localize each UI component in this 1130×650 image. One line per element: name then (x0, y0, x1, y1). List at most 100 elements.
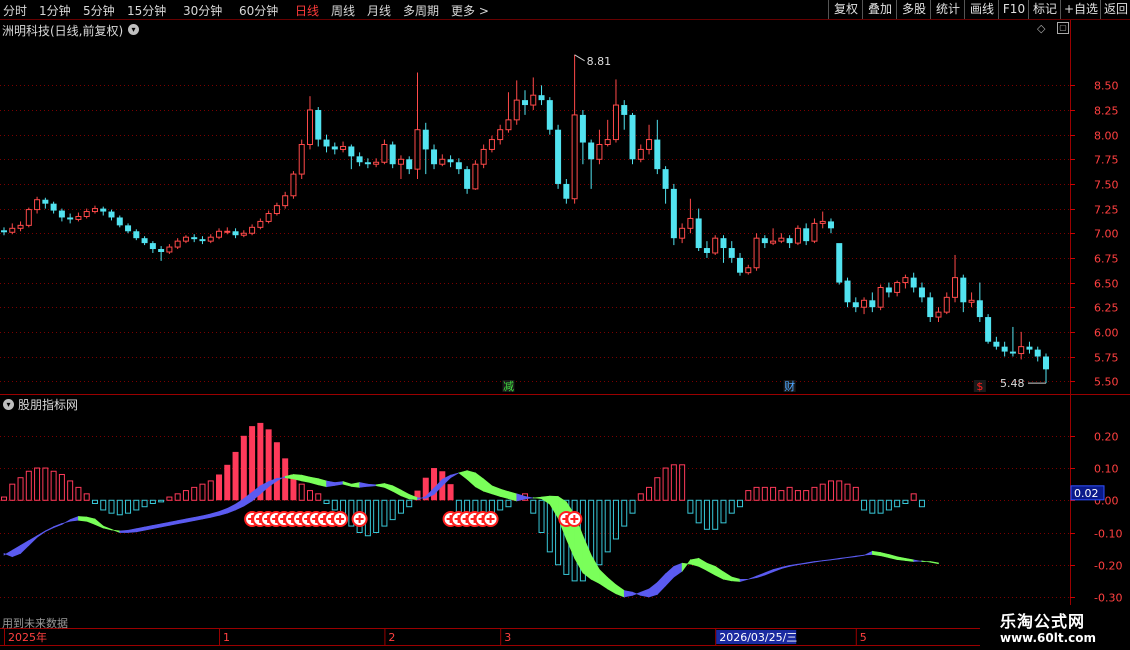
wave-segment (491, 485, 501, 497)
wave-segment (822, 559, 832, 562)
wave-segment (739, 578, 749, 582)
hist-bar (25, 470, 32, 501)
hist-bar (125, 499, 132, 514)
candle-body (306, 109, 313, 146)
wave-segment (202, 513, 212, 520)
candle-body (455, 162, 462, 170)
wave-segment (111, 528, 121, 533)
candle-body (629, 114, 636, 160)
indicator-tick-label: 0.10 (1094, 463, 1119, 476)
wave-segment (632, 591, 642, 596)
price-tick-label: 8.25 (1094, 105, 1119, 118)
candle-body (927, 297, 934, 318)
candle-body (249, 226, 256, 234)
wave-segment (61, 519, 71, 525)
candle-body (985, 317, 992, 342)
wave-segment (723, 571, 733, 582)
candle-body (646, 139, 653, 150)
hist-bar (58, 473, 65, 501)
candle-body (207, 236, 214, 242)
candle-body (745, 267, 752, 274)
candle-body (960, 277, 967, 303)
hist-bar (604, 499, 611, 553)
wave-segment (714, 565, 724, 580)
hist-bar (703, 499, 710, 530)
candle-body (158, 249, 165, 252)
wave-segment (863, 550, 873, 556)
candle-body (844, 280, 851, 303)
candle-body (240, 232, 247, 236)
hist-bar (298, 483, 305, 501)
wave-segment (193, 515, 203, 521)
price-tick-label: 7.25 (1094, 204, 1119, 217)
candle-body (364, 162, 371, 165)
hist-bar (894, 499, 901, 508)
high-pointer (574, 54, 585, 62)
wave-segment (36, 530, 46, 538)
candle-body (803, 228, 810, 242)
hist-bar (646, 486, 653, 501)
candle-body (530, 94, 537, 106)
hist-bar (100, 499, 107, 511)
hist-bar (447, 484, 454, 501)
hist-bar (373, 499, 380, 534)
wave-segment (499, 488, 509, 500)
candle-body (1026, 346, 1033, 350)
candle-body (1043, 356, 1049, 370)
wave-segment (53, 523, 63, 529)
candle-body (290, 173, 297, 197)
wave-segment (392, 485, 402, 497)
candle-body (877, 286, 884, 308)
wave-segment (28, 535, 38, 547)
candle-body (1001, 346, 1008, 352)
hist-bar (9, 483, 16, 501)
candle-body (480, 148, 487, 165)
hist-bar (166, 496, 173, 501)
wave-segment (342, 481, 352, 487)
candle-body (852, 302, 859, 308)
candle-body (819, 220, 826, 224)
hist-bar (819, 483, 826, 501)
future-data-note: 用到未来数据 (2, 617, 68, 630)
wave-segment (872, 550, 881, 557)
candle-body (348, 146, 355, 157)
candle-body (737, 257, 744, 273)
candle-body (133, 231, 140, 239)
wave-segment (532, 496, 542, 500)
candle-body (67, 217, 74, 220)
hist-bar (133, 499, 140, 511)
candle-body (224, 230, 231, 233)
candle-body (191, 237, 198, 240)
wave-segment (590, 553, 600, 584)
wave-segment (69, 515, 79, 522)
wave-segment (838, 557, 848, 560)
wave-segment (896, 556, 906, 561)
wave-segment (566, 500, 575, 559)
wave-segment (756, 572, 766, 579)
wave-segment (657, 573, 666, 596)
candle-body (778, 237, 785, 242)
wave-segment (698, 557, 708, 572)
candle-body (273, 205, 280, 215)
wave-segment (317, 478, 327, 488)
candle-body (356, 156, 363, 163)
wave-segment (607, 577, 617, 595)
wave-segment (921, 560, 931, 563)
candle-body (910, 277, 917, 288)
wave-segment (549, 495, 559, 520)
candle-body (827, 221, 834, 229)
candle-body (9, 227, 16, 233)
wave-segment (136, 526, 145, 533)
candle-body (315, 109, 322, 140)
candle-body (695, 218, 702, 249)
x-axis-label: 3 (504, 631, 511, 644)
candle-body (397, 158, 404, 165)
hist-bar (786, 486, 793, 501)
candle-body (232, 231, 239, 236)
candle-body (83, 211, 90, 217)
hist-bar (158, 499, 165, 503)
candle-body (604, 139, 611, 145)
hist-bar (191, 486, 198, 501)
wave-segment (45, 526, 54, 533)
hist-bar (224, 464, 231, 501)
